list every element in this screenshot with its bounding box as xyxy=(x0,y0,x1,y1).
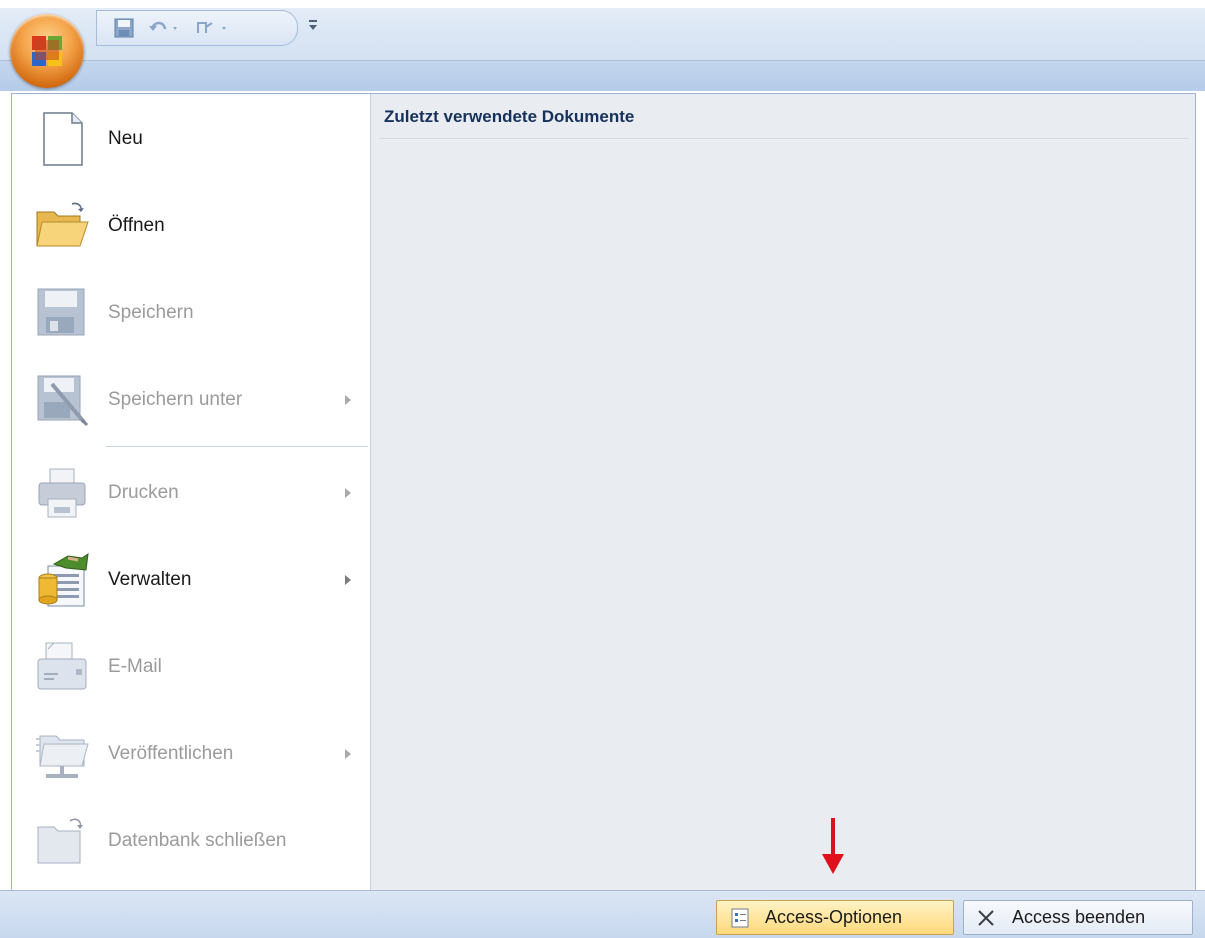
save-as-icon xyxy=(37,375,89,427)
menu-commands: Neu Öffnen Speichern Speichern unter Dru… xyxy=(12,94,371,890)
manage-database-icon xyxy=(38,552,89,607)
menu-item-manage[interactable]: Verwalten xyxy=(12,537,370,623)
menu-item-label: Speichern xyxy=(108,302,194,323)
red-arrow-icon xyxy=(822,818,844,874)
options-icon xyxy=(731,908,749,928)
ribbon-strip xyxy=(0,60,1205,91)
publish-icon xyxy=(36,735,89,778)
menu-item-label: Speichern unter xyxy=(108,389,243,410)
menu-item-publish[interactable]: Veröffentlichen xyxy=(12,711,370,797)
submenu-arrow-icon xyxy=(345,575,351,585)
access-options-label: Access-Optionen xyxy=(765,907,903,927)
email-icon xyxy=(37,642,87,690)
menu-item-close-database[interactable]: Datenbank schließen xyxy=(12,798,370,884)
menu-item-open[interactable]: Öffnen xyxy=(12,183,370,269)
access-options-button[interactable]: Access-Optionen xyxy=(716,900,954,935)
menu-item-label: Öffnen xyxy=(108,215,165,236)
menu-divider xyxy=(106,446,368,447)
application-menu: Neu Öffnen Speichern Speichern unter Dru… xyxy=(11,93,1196,891)
submenu-arrow-icon xyxy=(345,395,351,405)
recent-divider xyxy=(379,138,1189,139)
menu-item-save[interactable]: Speichern xyxy=(12,270,370,356)
recent-documents-title: Zuletzt verwendete Dokumente xyxy=(384,107,635,126)
menu-item-label: Neu xyxy=(108,128,143,149)
menu-item-label: Verwalten xyxy=(108,569,192,590)
exit-access-button[interactable]: Access beenden xyxy=(963,900,1193,935)
title-bar xyxy=(0,0,1205,95)
printer-icon xyxy=(38,468,86,518)
undo-icon[interactable] xyxy=(147,16,183,40)
menu-item-email[interactable]: E-Mail xyxy=(12,624,370,710)
menu-item-label: E-Mail xyxy=(108,656,162,677)
new-document-icon xyxy=(43,112,83,166)
submenu-arrow-icon xyxy=(345,488,351,498)
redo-icon[interactable] xyxy=(193,16,233,40)
office-button[interactable] xyxy=(10,14,84,88)
submenu-arrow-icon xyxy=(345,749,351,759)
close-database-icon xyxy=(37,818,83,864)
recent-documents-panel: Zuletzt verwendete Dokumente xyxy=(371,94,1195,890)
menu-item-save-as[interactable]: Speichern unter xyxy=(12,357,370,443)
menu-item-label: Veröffentlichen xyxy=(108,743,234,764)
menu-item-label: Datenbank schließen xyxy=(108,830,287,851)
office-logo-icon xyxy=(32,36,62,66)
close-icon xyxy=(978,910,994,926)
open-folder-icon xyxy=(36,202,89,247)
quick-access-toolbar xyxy=(96,10,298,46)
menu-item-label: Drucken xyxy=(108,482,179,503)
customize-toolbar-icon[interactable] xyxy=(306,16,320,36)
save-icon[interactable] xyxy=(111,16,137,40)
menu-item-print[interactable]: Drucken xyxy=(12,450,370,536)
menu-item-new[interactable]: Neu xyxy=(12,96,370,182)
exit-access-label: Access beenden xyxy=(1012,907,1146,927)
save-disk-icon xyxy=(37,288,85,336)
